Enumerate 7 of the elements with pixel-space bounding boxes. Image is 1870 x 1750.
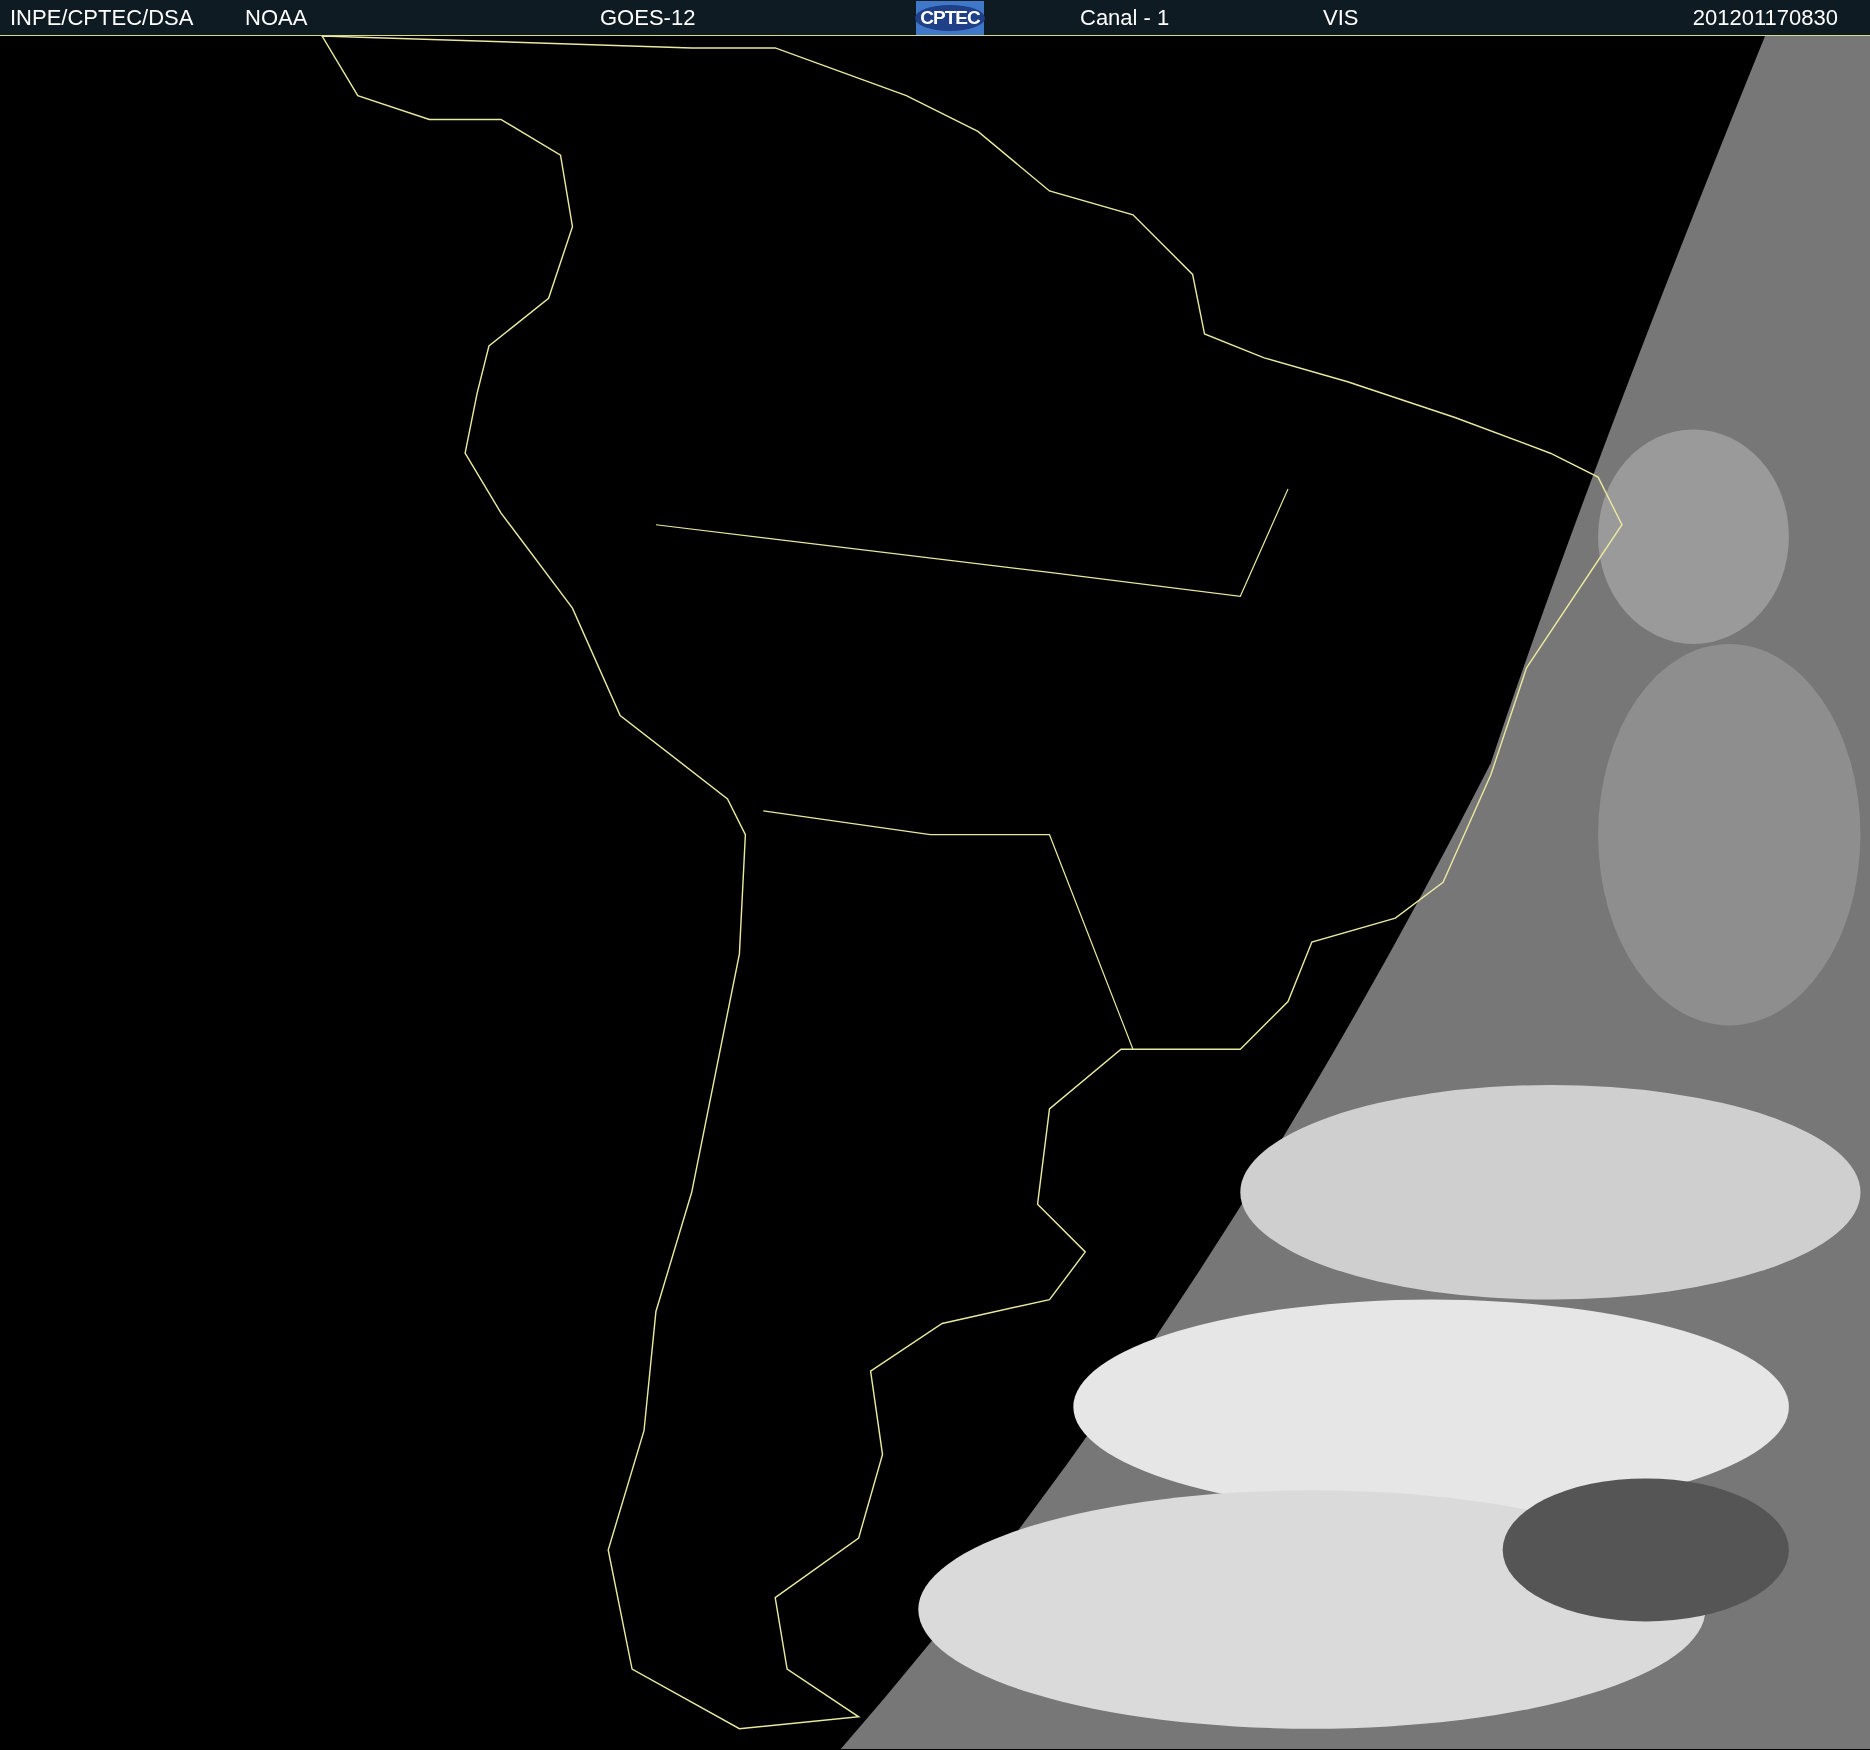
- header-label: VIS: [1323, 4, 1360, 31]
- header-label: INPE/CPTEC/DSA: [10, 4, 195, 31]
- header-label: Canal - 1: [1080, 4, 1171, 31]
- header-label: NOAA: [245, 4, 309, 31]
- logo: CPTEC: [916, 0, 984, 35]
- header-label: 201201170830: [1692, 4, 1838, 31]
- header-label: GOES-12: [600, 4, 697, 31]
